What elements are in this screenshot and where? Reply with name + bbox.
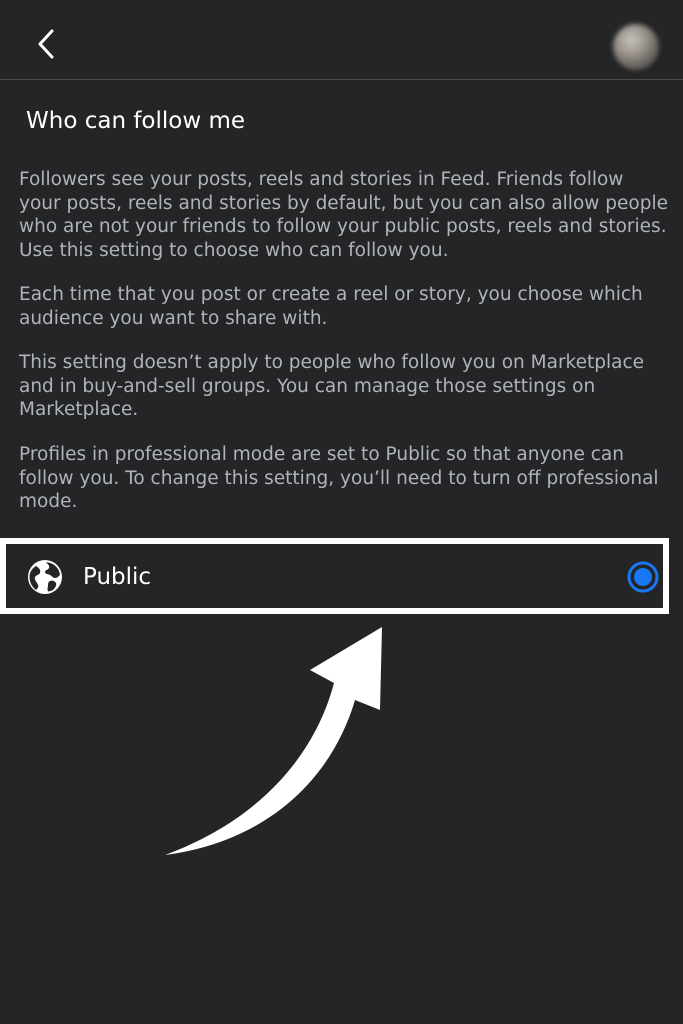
description-paragraph-3: This setting doesn’t apply to people who… [19, 352, 645, 420]
avatar[interactable] [613, 24, 659, 70]
option-label: Public [83, 564, 152, 590]
chevron-left-icon [38, 29, 54, 59]
top-bar [0, 0, 683, 80]
description-paragraph-1: Followers see your posts, reels and stor… [19, 169, 668, 261]
globe-icon [28, 560, 62, 594]
description-paragraph-4: Profiles in professional mode are set to… [19, 444, 659, 512]
page-title: Who can follow me [26, 108, 246, 134]
highlight-box: Public [0, 538, 669, 614]
description-paragraph-2: Each time that you post or create a reel… [19, 284, 643, 329]
curved-arrow-icon [165, 627, 382, 855]
back-button[interactable] [22, 20, 70, 68]
option-public[interactable]: Public [6, 544, 663, 608]
radio-selected-icon[interactable] [627, 561, 659, 593]
